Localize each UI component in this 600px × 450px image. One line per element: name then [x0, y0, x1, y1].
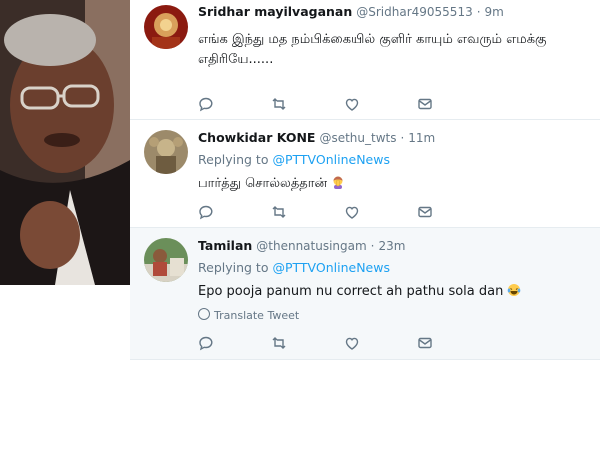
tweet-actions: [198, 204, 498, 220]
tweet-actions: [198, 96, 498, 112]
user-handle[interactable]: @Sridhar49055513: [356, 5, 472, 19]
replying-to-link[interactable]: @PTTVOnlineNews: [272, 260, 390, 275]
direct-message-icon[interactable]: [417, 96, 433, 112]
user-handle[interactable]: @sethu_twts: [319, 131, 396, 145]
avatar[interactable]: [144, 5, 188, 49]
like-icon[interactable]: [344, 335, 360, 351]
timestamp[interactable]: 23m: [378, 239, 405, 253]
person-photo: [0, 0, 130, 285]
globe-icon: [198, 308, 210, 320]
like-icon[interactable]: [344, 96, 360, 112]
tweet-text: எங்க இந்து மத நம்பிக்கையில் குளிர் காயும…: [198, 32, 547, 67]
separator: ·: [476, 5, 481, 19]
reply-icon[interactable]: [198, 96, 214, 112]
tweet-header: Chowkidar KONE @sethu_twts · 11m: [198, 130, 435, 145]
retweet-icon[interactable]: [271, 335, 287, 351]
replying-to-label: Replying to: [198, 152, 269, 167]
replying-to-link[interactable]: @PTTVOnlineNews: [272, 152, 390, 167]
display-name[interactable]: Chowkidar KONE: [198, 130, 315, 145]
reply-icon[interactable]: [198, 204, 214, 220]
tweet-feed: Sridhar mayilvaganan @Sridhar49055513 · …: [130, 0, 600, 360]
direct-message-icon[interactable]: [417, 335, 433, 351]
display-name[interactable]: Tamilan: [198, 238, 252, 253]
user-handle[interactable]: @thennatusingam: [256, 239, 366, 253]
tweet-text: Epo pooja panum nu correct ah pathu sola…: [198, 282, 588, 302]
replying-to: Replying to @PTTVOnlineNews: [198, 152, 390, 167]
direct-message-icon[interactable]: [417, 204, 433, 220]
retweet-icon[interactable]: [271, 204, 287, 220]
timestamp[interactable]: 11m: [408, 131, 435, 145]
translate-label[interactable]: Translate Tweet: [214, 309, 299, 322]
woman-facepalming-emoji: [331, 175, 345, 189]
avatar[interactable]: [144, 238, 188, 282]
tweet-text: பார்த்து சொல்லத்தான்: [198, 174, 588, 194]
tweet-actions: [198, 335, 498, 351]
tweet-text-content: பார்த்து சொல்லத்தான்: [198, 176, 328, 191]
tweet[interactable]: Tamilan @thennatusingam · 23m Replying t…: [130, 228, 600, 360]
tweet-text-content: Epo pooja panum nu correct ah pathu sola…: [198, 284, 504, 299]
replying-to-label: Replying to: [198, 260, 269, 275]
retweet-icon[interactable]: [271, 96, 287, 112]
reply-icon[interactable]: [198, 335, 214, 351]
tweet[interactable]: Chowkidar KONE @sethu_twts · 11m Replyin…: [130, 120, 600, 228]
tweet-header: Tamilan @thennatusingam · 23m: [198, 238, 405, 253]
like-icon[interactable]: [344, 204, 360, 220]
separator: ·: [370, 239, 375, 253]
timestamp[interactable]: 9m: [485, 5, 504, 19]
tweet-header: Sridhar mayilvaganan @Sridhar49055513 · …: [198, 4, 504, 19]
tweet[interactable]: Sridhar mayilvaganan @Sridhar49055513 · …: [130, 0, 600, 120]
laughing-tears-emoji: [507, 283, 521, 297]
avatar[interactable]: [144, 130, 188, 174]
translate-tweet-link[interactable]: Translate Tweet: [198, 308, 299, 322]
replying-to: Replying to @PTTVOnlineNews: [198, 260, 390, 275]
display-name[interactable]: Sridhar mayilvaganan: [198, 4, 352, 19]
separator: ·: [400, 131, 405, 145]
